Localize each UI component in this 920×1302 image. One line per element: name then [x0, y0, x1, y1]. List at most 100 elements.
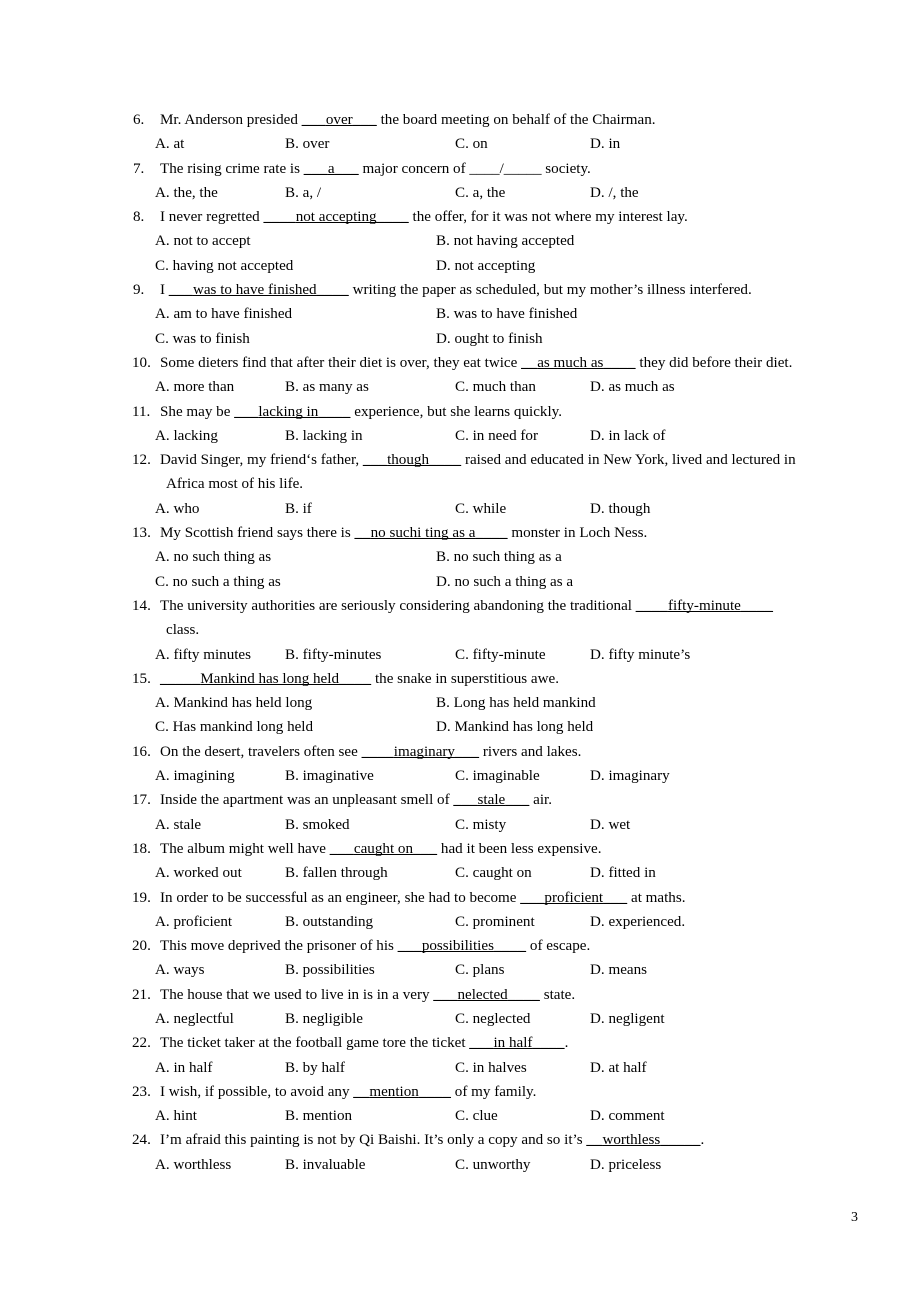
option-choice[interactable]: B. not having accepted [436, 229, 574, 253]
option-choice[interactable]: A. lacking [155, 424, 218, 448]
option-choice[interactable]: B. if [285, 497, 312, 521]
filled-answer: Mankind has long held [200, 670, 339, 687]
option-choice[interactable]: C. imaginable [455, 764, 540, 788]
option-choice[interactable]: B. lacking in [285, 424, 363, 448]
stem-text-after: they did before their diet. [635, 354, 793, 371]
option-choice[interactable]: B. Long has held mankind [436, 691, 596, 715]
option-choice[interactable]: D. /, the [590, 181, 639, 205]
option-choice[interactable]: A. imagining [155, 764, 235, 788]
option-choice[interactable]: C. Has mankind long held [155, 715, 313, 739]
option-choice[interactable]: A. worthless [155, 1153, 231, 1177]
option-choice[interactable]: D. wet [590, 813, 630, 837]
question-stem: 21. The house that we used to live in is … [132, 983, 860, 1007]
option-choice[interactable]: D. experienced. [590, 910, 685, 934]
option-choice[interactable]: C. while [455, 497, 506, 521]
option-choice[interactable]: C. in need for [455, 424, 538, 448]
option-choice[interactable]: C. on [455, 132, 488, 156]
option-choice[interactable]: C. misty [455, 813, 506, 837]
stem-text-after: major concern of ____/_____ society. [358, 160, 591, 177]
stem-text-before: I never regretted [160, 209, 264, 226]
option-row: A. am to have finished B. was to have fin… [133, 302, 860, 326]
question: 9. I ___was to have finished____ writing … [133, 278, 860, 351]
question: 16. On the desert, travelers often see __… [132, 740, 860, 789]
option-choice[interactable]: A. not to accept [155, 229, 251, 253]
option-choice[interactable]: A. no such thing as [155, 545, 271, 569]
option-choice[interactable]: C. neglected [455, 1007, 530, 1031]
filled-answer: fifty-minute [667, 597, 741, 614]
option-choice[interactable]: C. caught on [455, 861, 532, 885]
option-choice[interactable]: C. was to finish [155, 327, 250, 351]
option-choice[interactable]: A. worked out [155, 861, 242, 885]
option-choice[interactable]: D. Mankind has long held [436, 715, 593, 739]
option-choice[interactable]: B. as many as [285, 375, 369, 399]
option-choice[interactable]: C. a, the [455, 181, 505, 205]
option-choice[interactable]: B. smoked [285, 813, 350, 837]
option-choice[interactable]: A. stale [155, 813, 201, 837]
question-stem: 18. The album might well have ___caught o… [132, 837, 860, 861]
option-choice[interactable]: B. over [285, 132, 329, 156]
option-choice[interactable]: A. in half [155, 1056, 212, 1080]
option-choice[interactable]: B. possibilities [285, 958, 375, 982]
option-choice[interactable]: A. neglectful [155, 1007, 234, 1031]
option-choice[interactable]: C. in halves [455, 1056, 527, 1080]
option-choice[interactable]: A. fifty minutes [155, 643, 251, 667]
filled-answer: mention [369, 1083, 419, 1100]
option-choice[interactable]: B. fifty-minutes [285, 643, 381, 667]
question-stem: 12. David Singer, my friend‘s father, ___… [132, 448, 860, 472]
option-choice[interactable]: B. negligible [285, 1007, 363, 1031]
option-choice[interactable]: D. in [590, 132, 620, 156]
option-choice[interactable]: C. much than [455, 375, 536, 399]
question-stem: 11. She may be ___lacking in____ experien… [132, 400, 860, 424]
option-choice[interactable]: D. means [590, 958, 647, 982]
option-choice[interactable]: C. unworthy [455, 1153, 530, 1177]
option-choice[interactable]: C. clue [455, 1104, 498, 1128]
option-choice[interactable]: B. invaluable [285, 1153, 365, 1177]
option-choice[interactable]: B. mention [285, 1104, 352, 1128]
option-choice[interactable]: C. prominent [455, 910, 535, 934]
option-choice[interactable]: B. outstanding [285, 910, 373, 934]
option-choice[interactable]: D. no such a thing as a [436, 570, 573, 594]
option-choice[interactable]: C. having not accepted [155, 254, 293, 278]
option-choice[interactable]: A. the, the [155, 181, 218, 205]
option-choice[interactable]: D. negligent [590, 1007, 665, 1031]
option-choice[interactable]: A. who [155, 497, 199, 521]
option-choice[interactable]: C. fifty-minute [455, 643, 546, 667]
option-choice[interactable]: A. ways [155, 958, 204, 982]
option-choice[interactable]: A. at [155, 132, 184, 156]
question-number: 8. [133, 209, 145, 226]
option-choice[interactable]: B. fallen through [285, 861, 388, 885]
option-choice[interactable]: A. proficient [155, 910, 232, 934]
option-choice[interactable]: A. am to have finished [155, 302, 292, 326]
option-choice[interactable]: D. fifty minute’s [590, 643, 690, 667]
question: 7. The rising crime rate is ___a___ major… [133, 157, 860, 206]
question-number: 17. [132, 792, 151, 809]
option-choice[interactable]: B. a, / [285, 181, 321, 205]
option-choice[interactable]: A. more than [155, 375, 234, 399]
option-choice[interactable]: D. priceless [590, 1153, 661, 1177]
option-choice[interactable]: D. imaginary [590, 764, 670, 788]
stem-text-after: rivers and lakes. [479, 743, 582, 760]
filled-answer: nelected [457, 986, 508, 1003]
option-choice[interactable]: B. imaginative [285, 764, 374, 788]
stem-text-before: She may be [160, 403, 235, 420]
answer-blank-right: ____ [339, 670, 372, 687]
option-choice[interactable]: D. comment [590, 1104, 665, 1128]
question: 20. This move deprived the prisoner of hi… [132, 934, 860, 983]
filled-answer: possibilities [421, 938, 494, 955]
stem-text-before: Mr. Anderson presided [160, 112, 302, 128]
option-choice[interactable]: A. hint [155, 1104, 197, 1128]
option-choice[interactable]: C. plans [455, 958, 504, 982]
stem-text-before: My Scottish friend says there is [160, 525, 355, 542]
option-choice[interactable]: D. at half [590, 1056, 647, 1080]
option-choice[interactable]: D. though [590, 497, 650, 521]
option-choice[interactable]: B. by half [285, 1056, 345, 1080]
option-choice[interactable]: C. no such a thing as [155, 570, 281, 594]
option-choice[interactable]: D. as much as [590, 375, 675, 399]
option-choice[interactable]: B. no such thing as a [436, 545, 562, 569]
option-choice[interactable]: D. ought to finish [436, 327, 543, 351]
option-choice[interactable]: A. Mankind has held long [155, 691, 312, 715]
option-choice[interactable]: D. in lack of [590, 424, 665, 448]
option-choice[interactable]: D. fitted in [590, 861, 656, 885]
option-choice[interactable]: D. not accepting [436, 254, 535, 278]
option-choice[interactable]: B. was to have finished [436, 302, 577, 326]
